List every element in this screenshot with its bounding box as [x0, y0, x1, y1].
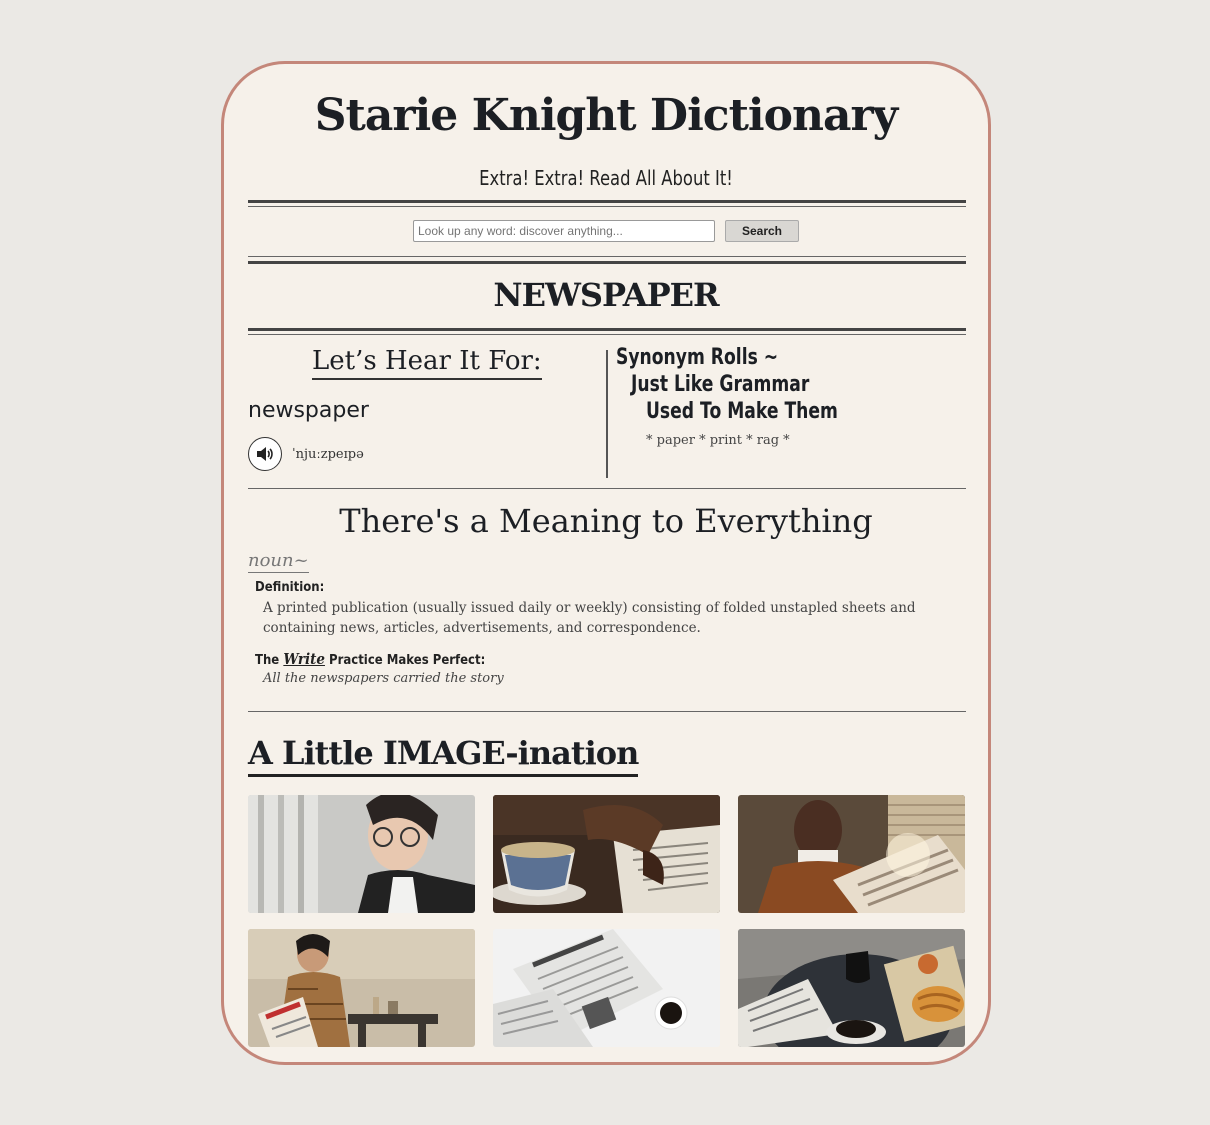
headword: NEWSPAPER — [493, 276, 719, 314]
phonetic-text: ˈnjuːzpeɪpə — [292, 446, 364, 462]
practice-prefix: The — [255, 653, 280, 668]
woman-with-glasses-photo[interactable] — [248, 795, 475, 913]
divider — [248, 256, 966, 257]
divider — [248, 711, 966, 712]
synonyms-section: Synonym Rolls ~ Just Like Grammar Used T… — [616, 344, 966, 448]
speaker-icon — [257, 447, 273, 461]
dictionary-card: Starie Knight Dictionary Extra! Extra! R… — [221, 61, 991, 1065]
word-text: newspaper — [248, 398, 369, 423]
lets-hear-heading: Let’s Hear It For: — [312, 346, 542, 380]
new-york-times-papers-photo[interactable] — [493, 929, 720, 1047]
definition-label: Definition: — [255, 580, 325, 595]
part-of-speech: noun~ — [248, 550, 309, 573]
practice-suffix: Practice Makes Perfect: — [329, 653, 486, 668]
divider — [248, 206, 966, 207]
pronunciation-section: Let’s Hear It For: newspaper ˈnjuːzpeɪpə — [248, 346, 604, 471]
synonym-heading-line1: Synonym Rolls ~ — [616, 345, 779, 370]
site-subtitle: Extra! Extra! Read All About It! — [479, 166, 733, 190]
audio-row: ˈnjuːzpeɪpə — [248, 437, 604, 471]
search-input[interactable] — [413, 220, 715, 242]
teacup-and-newspaper-photo[interactable] — [493, 795, 720, 913]
breakfast-with-newspaper-photo[interactable] — [738, 929, 965, 1047]
person-holding-newspaper-photo[interactable] — [248, 929, 475, 1047]
search-bar: Search — [224, 220, 988, 242]
divider — [248, 334, 966, 335]
divider — [248, 328, 966, 331]
definition-text: A printed publication (usually issued da… — [263, 600, 916, 636]
gallery-heading: A Little IMAGE-ination — [248, 734, 639, 777]
site-title: Starie Knight Dictionary — [314, 90, 898, 141]
example-sentence: All the newspapers carried the story — [263, 671, 504, 686]
search-button[interactable]: Search — [725, 220, 799, 242]
synonym-heading-line2: Just Like Grammar — [631, 372, 810, 397]
synonym-list: * paper * print * rag * — [646, 433, 790, 448]
image-gallery — [248, 795, 966, 1047]
divider — [248, 261, 966, 264]
practice-word: Write — [283, 650, 325, 668]
divider — [248, 200, 966, 203]
synonym-heading-line3: Used To Make Them — [646, 399, 838, 424]
meanings-heading: There's a Meaning to Everything — [339, 502, 873, 540]
column-divider — [606, 350, 608, 478]
man-reading-newspaper-photo[interactable] — [738, 795, 965, 913]
divider — [248, 488, 966, 489]
play-audio-button[interactable] — [248, 437, 282, 471]
practice-heading: The Write Practice Makes Perfect: — [255, 650, 485, 668]
